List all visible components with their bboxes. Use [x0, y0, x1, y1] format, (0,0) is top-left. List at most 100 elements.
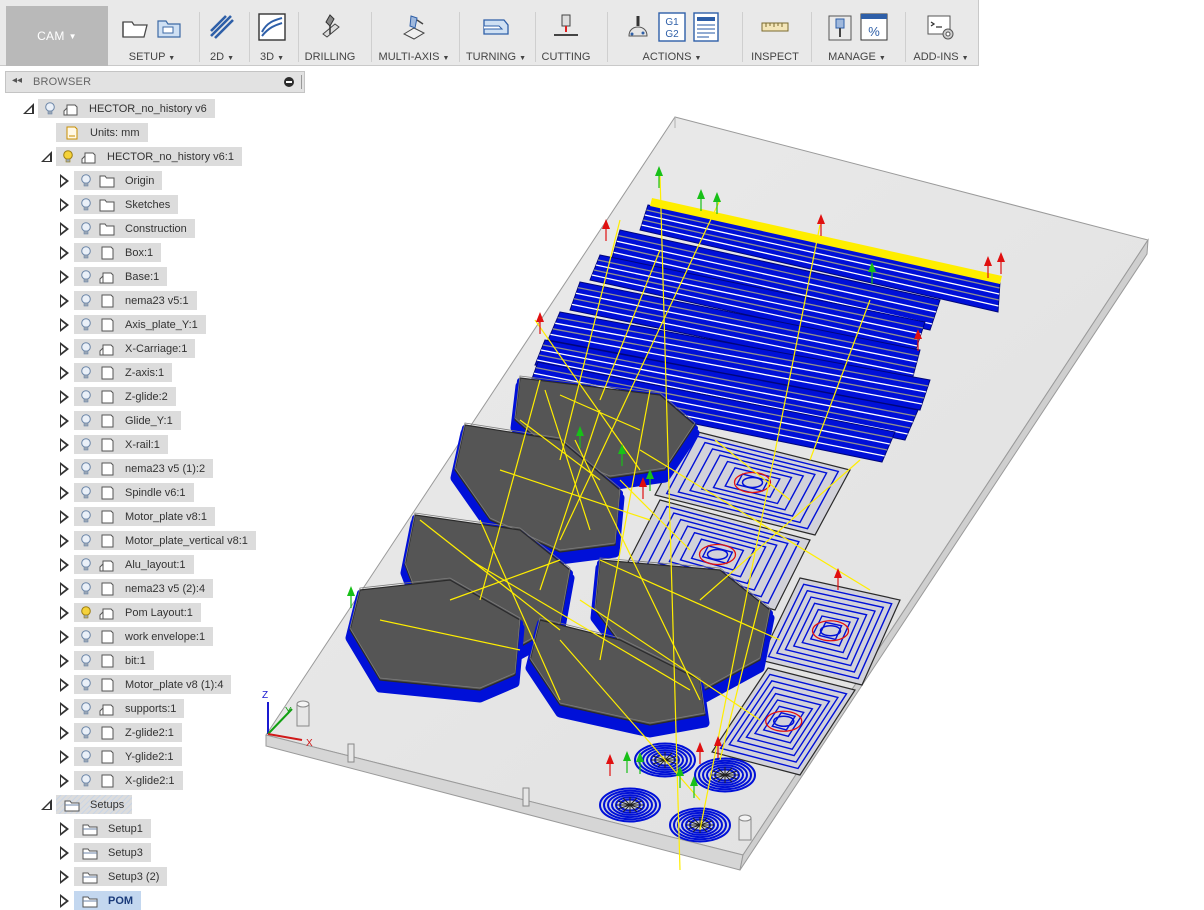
- expand-node-icon[interactable]: [58, 702, 70, 716]
- visibility-bulb-icon[interactable]: [80, 677, 92, 692]
- visibility-bulb-icon[interactable]: [80, 581, 92, 596]
- expand-node-icon[interactable]: [58, 654, 70, 668]
- expand-node-icon[interactable]: [58, 582, 70, 596]
- tree-node[interactable]: Construction: [74, 219, 195, 238]
- expand-node-icon[interactable]: [58, 822, 70, 836]
- tree-node[interactable]: Setup1: [74, 819, 151, 838]
- tree-node[interactable]: supports:1: [74, 699, 185, 718]
- expand-node-icon[interactable]: [58, 630, 70, 644]
- visibility-bulb-icon[interactable]: [80, 701, 92, 716]
- expand-node-icon[interactable]: [58, 270, 70, 284]
- expand-node-icon[interactable]: [58, 726, 70, 740]
- panel-grip[interactable]: [301, 75, 303, 89]
- tree-node[interactable]: Motor_plate v8:1: [74, 507, 215, 526]
- tree-node[interactable]: Axis_plate_Y:1: [74, 315, 206, 334]
- simulate-icon[interactable]: [623, 12, 653, 42]
- tree-node[interactable]: Glide_Y:1: [74, 411, 181, 430]
- visibility-bulb-icon[interactable]: [80, 533, 92, 548]
- visibility-bulb-icon[interactable]: [80, 173, 92, 188]
- expand-node-icon[interactable]: [58, 846, 70, 860]
- collapse-panel-icon[interactable]: ◂◂: [12, 75, 22, 86]
- setup-sheet-icon[interactable]: [691, 12, 721, 42]
- 3d-menu[interactable]: 3D ▼: [252, 10, 292, 64]
- visibility-bulb-icon[interactable]: [80, 341, 92, 356]
- expand-node-icon[interactable]: [58, 462, 70, 476]
- new-setup-icon[interactable]: [120, 12, 150, 42]
- visibility-bulb-icon[interactable]: [80, 413, 92, 428]
- tree-node[interactable]: X-rail:1: [74, 435, 168, 454]
- expand-node-icon[interactable]: [58, 774, 70, 788]
- post-process-icon[interactable]: G1G2: [657, 12, 687, 42]
- visibility-bulb-icon[interactable]: [80, 317, 92, 332]
- multi-axis-menu[interactable]: MULTI-AXIS ▼: [376, 10, 452, 64]
- visibility-bulb-icon[interactable]: [80, 197, 92, 212]
- tree-node[interactable]: Setups: [56, 795, 133, 814]
- visibility-bulb-icon[interactable]: [80, 293, 92, 308]
- expand-node-icon[interactable]: [58, 414, 70, 428]
- tree-node[interactable]: nema23 v5:1: [74, 291, 197, 310]
- tree-node[interactable]: HECTOR_no_history v6:1: [56, 147, 242, 166]
- turning-menu[interactable]: TURNING ▼: [464, 10, 528, 64]
- expand-node-icon[interactable]: [58, 534, 70, 548]
- expand-node-icon[interactable]: [58, 606, 70, 620]
- expand-node-icon[interactable]: [58, 318, 70, 332]
- 3d-milling-icon[interactable]: [257, 12, 287, 42]
- tree-node[interactable]: Z-glide:2: [74, 387, 176, 406]
- visibility-bulb-icon[interactable]: [80, 269, 92, 284]
- expand-node-icon[interactable]: [58, 486, 70, 500]
- tree-node[interactable]: X-glide2:1: [74, 771, 183, 790]
- visibility-bulb-icon[interactable]: [80, 365, 92, 380]
- tree-node[interactable]: Spindle v6:1: [74, 483, 194, 502]
- minimize-panel-icon[interactable]: [284, 77, 294, 87]
- tree-node[interactable]: Setup3: [74, 843, 151, 862]
- visibility-bulb-icon[interactable]: [80, 653, 92, 668]
- tree-node[interactable]: X-Carriage:1: [74, 339, 196, 358]
- expand-node-icon[interactable]: [58, 342, 70, 356]
- expand-node-icon[interactable]: [58, 222, 70, 236]
- tree-node[interactable]: Motor_plate_vertical v8:1: [74, 531, 256, 550]
- collapse-node-icon[interactable]: [22, 102, 34, 116]
- expand-node-icon[interactable]: [58, 558, 70, 572]
- visibility-bulb-icon[interactable]: [80, 221, 92, 236]
- tree-node[interactable]: HECTOR_no_history v6: [38, 99, 215, 118]
- workspace-switcher[interactable]: CAM ▼: [6, 6, 108, 66]
- visibility-bulb-icon[interactable]: [80, 629, 92, 644]
- drilling-button[interactable]: DRILLING: [302, 10, 358, 64]
- expand-node-icon[interactable]: [58, 750, 70, 764]
- visibility-bulb-icon[interactable]: [80, 485, 92, 500]
- stock-setup-icon[interactable]: [154, 12, 184, 42]
- tree-node[interactable]: nema23 v5 (1):2: [74, 459, 214, 478]
- visibility-bulb-icon[interactable]: [80, 605, 92, 620]
- visibility-bulb-icon[interactable]: [80, 557, 92, 572]
- tree-node[interactable]: nema23 v5 (2):4: [74, 579, 214, 598]
- visibility-bulb-icon[interactable]: [80, 725, 92, 740]
- expand-node-icon[interactable]: [58, 174, 70, 188]
- tree-node[interactable]: Base:1: [74, 267, 168, 286]
- post-library-icon[interactable]: %: [859, 12, 889, 42]
- tool-library-icon[interactable]: [825, 12, 855, 42]
- expand-node-icon[interactable]: [58, 438, 70, 452]
- tree-node[interactable]: POM: [74, 891, 142, 910]
- actions-menu[interactable]: G1 G2 ACTIONS ▼: [612, 10, 732, 64]
- expand-node-icon[interactable]: [58, 246, 70, 260]
- expand-node-icon[interactable]: [58, 894, 70, 908]
- visibility-bulb-icon[interactable]: [80, 749, 92, 764]
- collapse-node-icon[interactable]: [40, 798, 52, 812]
- expand-node-icon[interactable]: [58, 510, 70, 524]
- expand-node-icon[interactable]: [58, 366, 70, 380]
- visibility-bulb-icon[interactable]: [80, 389, 92, 404]
- visibility-bulb-icon[interactable]: [80, 773, 92, 788]
- inspect-button[interactable]: INSPECT: [746, 10, 804, 64]
- tree-node[interactable]: Origin: [74, 171, 163, 190]
- tree-node[interactable]: Setup3 (2): [74, 867, 168, 886]
- add-ins-menu[interactable]: ADD-INS ▼: [908, 10, 974, 64]
- expand-node-icon[interactable]: [58, 870, 70, 884]
- tree-node[interactable]: bit:1: [74, 651, 154, 670]
- tree-node[interactable]: Box:1: [74, 243, 162, 262]
- tree-node[interactable]: Pom Layout:1: [74, 603, 201, 622]
- tree-node[interactable]: Alu_layout:1: [74, 555, 194, 574]
- manage-menu[interactable]: % MANAGE ▼: [816, 10, 898, 64]
- expand-node-icon[interactable]: [58, 198, 70, 212]
- tree-node[interactable]: Z-glide2:1: [74, 723, 182, 742]
- visibility-bulb-icon[interactable]: [44, 101, 56, 116]
